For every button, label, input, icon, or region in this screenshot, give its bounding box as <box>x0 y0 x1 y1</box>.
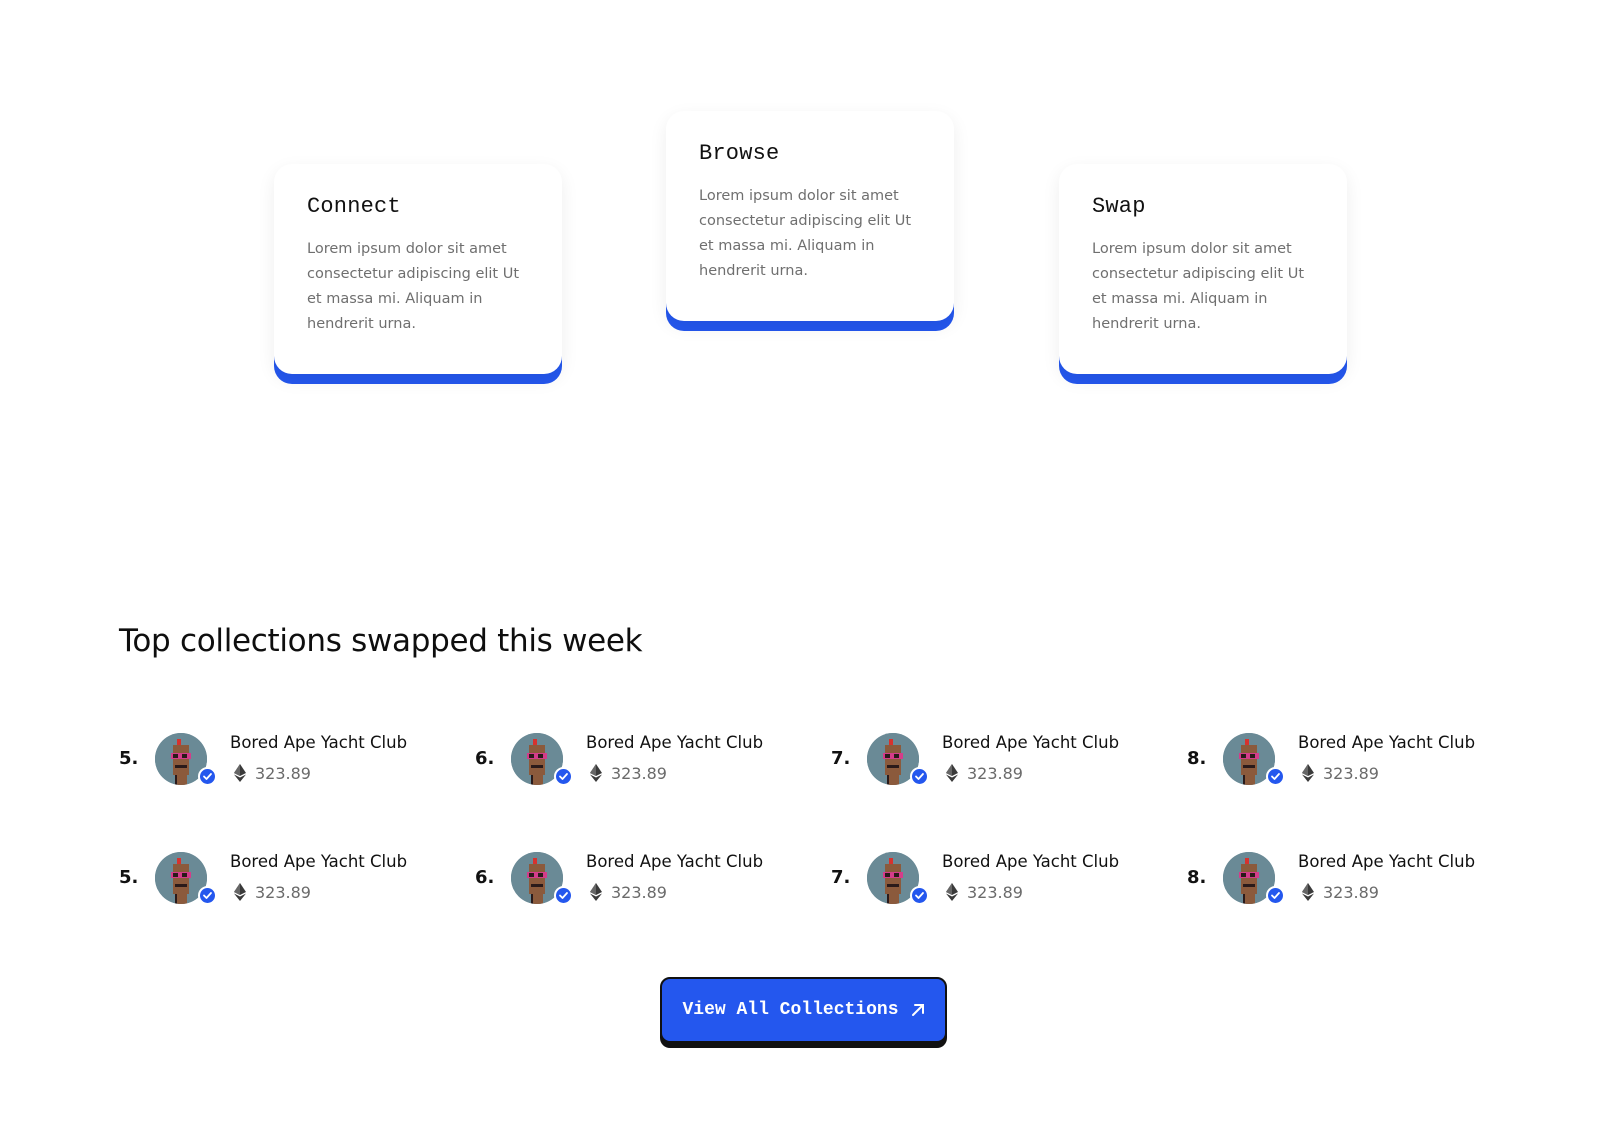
collection-item[interactable]: 5. Bored Ape Yacht Club 323.89 <box>119 849 459 909</box>
step-card-browse: Browse Lorem ipsum dolor sit amet consec… <box>666 111 954 321</box>
collection-price: 323.89 <box>967 764 1023 783</box>
collection-item[interactable]: 7. Bored Ape Yacht Club 323.89 <box>831 730 1171 790</box>
cta-label: View All Collections <box>682 1000 899 1020</box>
verified-check-icon <box>910 767 929 786</box>
verified-check-icon <box>554 767 573 786</box>
collection-item[interactable]: 5. Bored Ape Yacht Club 323.89 <box>119 730 459 790</box>
collection-price: 323.89 <box>1323 883 1379 902</box>
verified-check-icon <box>198 767 217 786</box>
collection-price: 323.89 <box>1323 764 1379 783</box>
collection-rank: 5. <box>119 748 139 769</box>
collection-rank: 6. <box>475 748 495 769</box>
verified-check-icon <box>554 886 573 905</box>
collection-rank: 8. <box>1187 748 1207 769</box>
collection-name[interactable]: Bored Ape Yacht Club <box>230 852 407 871</box>
collections-row: 5. Bored Ape Yacht Club 323.89 6. Bored … <box>119 730 1499 790</box>
collection-rank: 7. <box>831 748 851 769</box>
ethereum-icon <box>234 764 246 782</box>
collection-price: 323.89 <box>611 764 667 783</box>
ethereum-icon <box>946 764 958 782</box>
step-description: Lorem ipsum dolor sit amet consectetur a… <box>699 188 912 279</box>
ethereum-icon <box>946 883 958 901</box>
collections-row: 5. Bored Ape Yacht Club 323.89 6. Bored … <box>119 849 1499 909</box>
step-title: Browse <box>699 141 780 166</box>
collection-name[interactable]: Bored Ape Yacht Club <box>586 852 763 871</box>
ethereum-icon <box>1302 764 1314 782</box>
ethereum-icon <box>590 764 602 782</box>
collection-price: 323.89 <box>255 764 311 783</box>
collection-item[interactable]: 6. Bored Ape Yacht Club 323.89 <box>475 730 815 790</box>
section-title: Top collections swapped this week <box>119 623 643 659</box>
collection-price: 323.89 <box>611 883 667 902</box>
collection-item[interactable]: 8. Bored Ape Yacht Club 323.89 <box>1187 849 1527 909</box>
collection-rank: 8. <box>1187 867 1207 888</box>
arrow-up-right-icon <box>911 1004 924 1016</box>
collection-name[interactable]: Bored Ape Yacht Club <box>1298 733 1475 752</box>
how-it-works-steps: Connect Lorem ipsum dolor sit amet conse… <box>0 0 1600 420</box>
step-card-swap: Swap Lorem ipsum dolor sit amet consecte… <box>1059 164 1347 374</box>
collection-name[interactable]: Bored Ape Yacht Club <box>1298 852 1475 871</box>
verified-check-icon <box>198 886 217 905</box>
view-all-collections-button[interactable]: View All Collections <box>660 977 947 1043</box>
ethereum-icon <box>1302 883 1314 901</box>
collection-rank: 6. <box>475 867 495 888</box>
collection-item[interactable]: 6. Bored Ape Yacht Club 323.89 <box>475 849 815 909</box>
collection-name[interactable]: Bored Ape Yacht Club <box>586 733 763 752</box>
step-title: Swap <box>1092 194 1146 219</box>
collection-price: 323.89 <box>255 883 311 902</box>
ethereum-icon <box>234 883 246 901</box>
collection-name[interactable]: Bored Ape Yacht Club <box>942 852 1119 871</box>
collection-name[interactable]: Bored Ape Yacht Club <box>230 733 407 752</box>
collection-item[interactable]: 8. Bored Ape Yacht Club 323.89 <box>1187 730 1527 790</box>
verified-check-icon <box>910 886 929 905</box>
collection-rank: 7. <box>831 867 851 888</box>
verified-check-icon <box>1266 767 1285 786</box>
collection-name[interactable]: Bored Ape Yacht Club <box>942 733 1119 752</box>
step-description: Lorem ipsum dolor sit amet consectetur a… <box>1092 241 1305 332</box>
step-title: Connect <box>307 194 401 219</box>
step-description: Lorem ipsum dolor sit amet consectetur a… <box>307 241 520 332</box>
ethereum-icon <box>590 883 602 901</box>
collection-price: 323.89 <box>967 883 1023 902</box>
verified-check-icon <box>1266 886 1285 905</box>
collection-item[interactable]: 7. Bored Ape Yacht Club 323.89 <box>831 849 1171 909</box>
step-card-connect: Connect Lorem ipsum dolor sit amet conse… <box>274 164 562 374</box>
collection-rank: 5. <box>119 867 139 888</box>
